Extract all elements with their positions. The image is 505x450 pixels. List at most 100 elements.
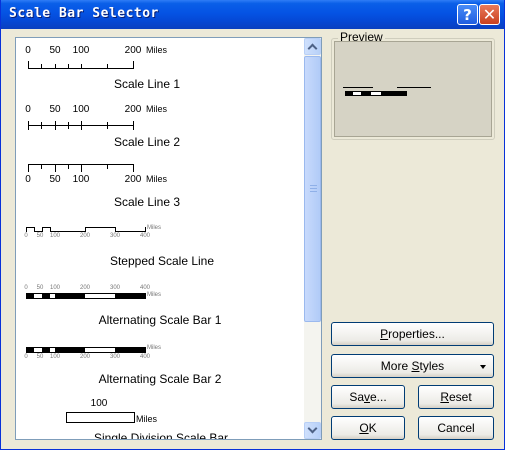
preview-bar-segment-white (353, 92, 361, 95)
tick-label: 50 (36, 285, 44, 291)
tick-label: 100 (72, 104, 90, 115)
preview-bar-segment-white (371, 92, 381, 95)
unit-label: Miles (146, 45, 168, 55)
more-styles-label: More Styles (380, 359, 445, 373)
bar-segment-white (85, 348, 115, 352)
tick-label: 100 (72, 45, 90, 56)
scale-tick (55, 64, 56, 69)
style-name: Scale Line 2 (113, 135, 181, 149)
style-list-content: 0 50 100 200 Miles Scale Line 1 0 50 100 (16, 38, 304, 439)
scale-tick (133, 164, 134, 172)
scale-tick (28, 121, 29, 130)
scale-tick (81, 164, 82, 172)
unit-label: Miles (147, 292, 162, 298)
tick-label: 400 (139, 233, 151, 239)
bar-segment-white (50, 294, 55, 298)
title-bar[interactable]: Scale Bar Selector ? ✕ (1, 0, 504, 29)
scale-tick (107, 164, 108, 169)
scale-tick (68, 164, 69, 169)
help-button[interactable]: ? (457, 4, 478, 25)
reset-button[interactable]: Reset (418, 385, 494, 409)
unit-label: Miles (147, 225, 162, 231)
scale-tick (107, 122, 108, 129)
scroll-thumb[interactable] (304, 56, 321, 322)
scale-tick (28, 61, 29, 69)
properties-label: Properties... (380, 327, 445, 341)
save-label: Save... (349, 390, 387, 404)
unit-label: Miles (146, 174, 168, 184)
dropdown-arrow-icon (480, 365, 486, 369)
preview-group: Preview (331, 30, 495, 140)
ok-button[interactable]: OK (331, 416, 405, 440)
grip-line (310, 185, 317, 186)
style-name: Alternating Scale Bar 1 (98, 313, 222, 327)
scale-tick (81, 121, 82, 130)
tick-label: 200 (79, 354, 91, 360)
tick-label: 50 (36, 233, 44, 239)
scale-tick (68, 122, 69, 129)
bar-segment-white (85, 294, 115, 298)
style-name: Scale Line 3 (113, 195, 181, 209)
bar-segment-white (34, 348, 42, 352)
scale-tick (55, 121, 56, 130)
ok-label: OK (359, 421, 377, 435)
tick-label: 0 (24, 233, 28, 239)
chevron-down-icon (307, 423, 318, 434)
tick-label: 100 (49, 354, 61, 360)
step-segment (34, 231, 42, 232)
step-segment (145, 227, 146, 232)
more-styles-button[interactable]: More Styles (331, 354, 494, 378)
close-icon: ✕ (482, 5, 497, 24)
tick-label: 50 (49, 174, 61, 185)
tick-label: 400 (139, 285, 151, 291)
tick-label: 100 (72, 174, 90, 185)
single-division-bar (66, 412, 135, 423)
window-title: Scale Bar Selector (9, 6, 159, 21)
unit-label: Miles (146, 104, 168, 114)
step-segment (115, 231, 145, 232)
style-name: Single Division Scale Bar (93, 431, 229, 439)
step-segment (50, 231, 85, 232)
scale-tick (133, 61, 134, 69)
step-segment (42, 227, 50, 228)
grip-line (310, 188, 317, 189)
tick-label: 200 (79, 285, 91, 291)
save-button[interactable]: Save... (331, 385, 405, 409)
chevron-up-icon (307, 43, 318, 54)
bar-segment-white (34, 294, 42, 298)
tick-label: 400 (139, 354, 151, 360)
tick-label: 0 (25, 174, 31, 185)
tick-label: 200 (79, 233, 91, 239)
tick-label: 100 (90, 398, 108, 409)
scale-bar-selector-dialog: Scale Bar Selector ? ✕ 0 50 100 200 Mile… (0, 0, 505, 450)
scale-tick (41, 64, 42, 69)
tick-label: 300 (109, 354, 121, 360)
tick-label: 0 (25, 45, 31, 56)
tick-label: 300 (109, 285, 121, 291)
scale-bar-style-list[interactable]: 0 50 100 200 Miles Scale Line 1 0 50 100 (15, 37, 322, 440)
tick-label: 0 (25, 104, 31, 115)
tick-label: 0 (24, 285, 28, 291)
step-segment (85, 227, 115, 228)
style-name: Stepped Scale Line (109, 254, 215, 268)
scroll-up-button[interactable] (304, 38, 321, 55)
tick-label: 300 (109, 233, 121, 239)
vertical-scrollbar[interactable] (304, 38, 321, 439)
style-name: Scale Line 1 (113, 77, 181, 91)
help-icon: ? (463, 5, 472, 24)
tick-label: 200 (124, 174, 142, 185)
tick-label: 100 (49, 233, 61, 239)
scale-tick (107, 64, 108, 69)
scale-tick (28, 164, 29, 172)
close-button[interactable]: ✕ (479, 4, 500, 25)
scale-tick (68, 64, 69, 69)
style-name: Alternating Scale Bar 2 (98, 372, 222, 386)
bar-segment-white (50, 348, 55, 352)
scale-tick (81, 64, 82, 69)
scale-tick (41, 164, 42, 169)
unit-label: Miles (147, 345, 162, 351)
cancel-button[interactable]: Cancel (418, 416, 494, 440)
properties-button[interactable]: Properties... (331, 322, 494, 346)
unit-label: Miles (136, 414, 158, 424)
scroll-down-button[interactable] (304, 422, 321, 439)
